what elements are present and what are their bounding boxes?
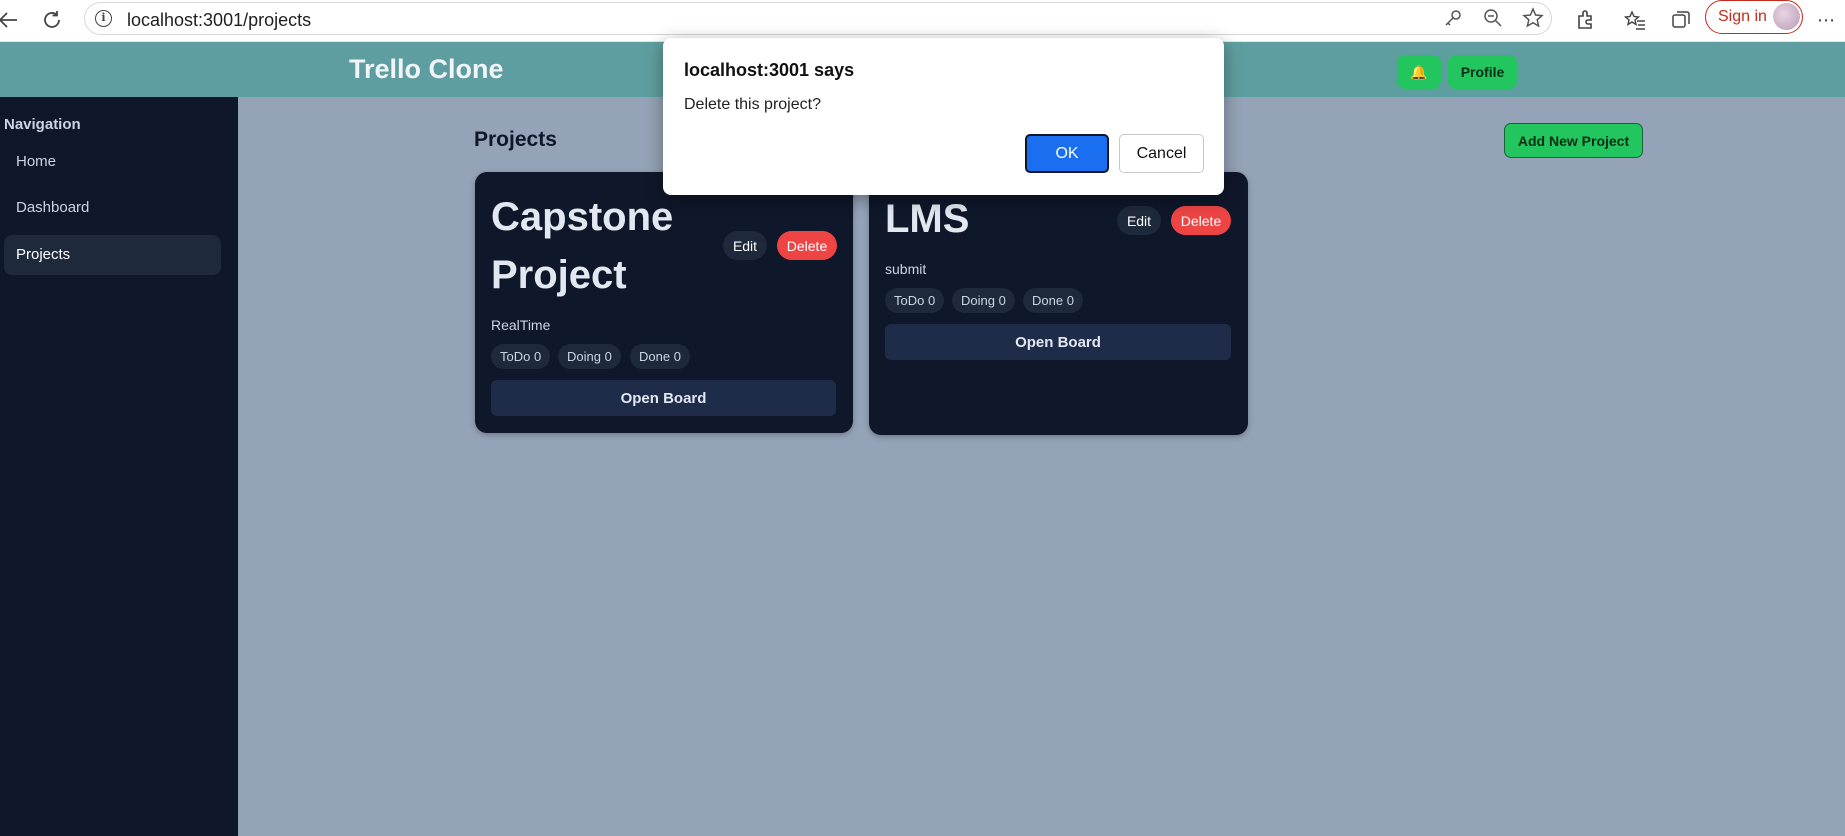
open-board-button[interactable]: Open Board — [491, 380, 836, 416]
address-bar[interactable]: i localhost:3001/projects — [84, 2, 1552, 35]
project-description: submit — [885, 261, 927, 277]
more-menu-icon[interactable]: ⋯ — [1812, 6, 1840, 34]
project-description: RealTime — [491, 317, 551, 333]
bell-icon: 🔔 — [1410, 63, 1428, 80]
sidebar-item-home[interactable]: Home — [4, 142, 221, 182]
open-board-button[interactable]: Open Board — [885, 324, 1231, 360]
extensions-icon[interactable] — [1571, 6, 1599, 34]
todo-count-chip: ToDo 0 — [491, 344, 551, 369]
edit-button[interactable]: Edit — [1117, 206, 1161, 235]
refresh-icon[interactable] — [38, 6, 66, 34]
done-count-chip: Done 0 — [1023, 288, 1083, 313]
key-icon[interactable] — [1439, 4, 1467, 32]
sign-in-label: Sign in — [1718, 8, 1767, 25]
delete-button[interactable]: Delete — [1171, 206, 1231, 235]
nav-heading: Navigation — [4, 116, 81, 133]
sidebar-item-dashboard[interactable]: Dashboard — [4, 188, 221, 228]
dialog-title: localhost:3001 says — [684, 60, 855, 80]
site-info-icon[interactable]: i — [95, 10, 112, 27]
url-text: localhost:3001/projects — [127, 10, 312, 30]
profile-button[interactable]: Profile — [1448, 55, 1517, 89]
delete-button[interactable]: Delete — [777, 231, 837, 260]
project-title: Capstone Project — [491, 188, 673, 304]
doing-count-chip: Doing 0 — [952, 288, 1015, 313]
sidebar: Navigation Home Dashboard Projects — [0, 97, 238, 836]
project-card: LMS Edit Delete submit ToDo 0 Doing 0 Do… — [869, 172, 1248, 435]
favorites-list-icon[interactable] — [1621, 6, 1649, 34]
favorite-star-icon[interactable] — [1519, 4, 1547, 32]
avatar — [1773, 3, 1800, 30]
add-new-project-button[interactable]: Add New Project — [1504, 123, 1643, 158]
project-title-line: Capstone — [491, 195, 674, 239]
dialog-message: Delete this project? — [684, 96, 821, 113]
sign-in-button[interactable]: Sign in — [1705, 0, 1803, 34]
cancel-button[interactable]: Cancel — [1119, 134, 1204, 173]
browser-toolbar: i localhost:3001/projects Sign in ⋯ — [0, 0, 1845, 42]
collections-icon[interactable] — [1667, 6, 1695, 34]
project-title: LMS — [885, 197, 970, 241]
page-title: Projects — [474, 128, 557, 151]
project-card: Capstone Project Edit Delete RealTime To… — [475, 172, 853, 433]
app-title: Trello Clone — [349, 54, 504, 84]
back-arrow-icon[interactable] — [0, 6, 22, 34]
project-title-line: Project — [491, 253, 627, 297]
ok-button[interactable]: OK — [1025, 134, 1109, 173]
doing-count-chip: Doing 0 — [558, 344, 621, 369]
edit-button[interactable]: Edit — [723, 231, 767, 260]
confirm-dialog: localhost:3001 says Delete this project?… — [663, 38, 1224, 195]
notifications-button[interactable]: 🔔 — [1397, 55, 1441, 89]
done-count-chip: Done 0 — [630, 344, 690, 369]
todo-count-chip: ToDo 0 — [885, 288, 945, 313]
sidebar-item-projects[interactable]: Projects — [4, 235, 221, 275]
zoom-out-icon[interactable] — [1479, 4, 1507, 32]
